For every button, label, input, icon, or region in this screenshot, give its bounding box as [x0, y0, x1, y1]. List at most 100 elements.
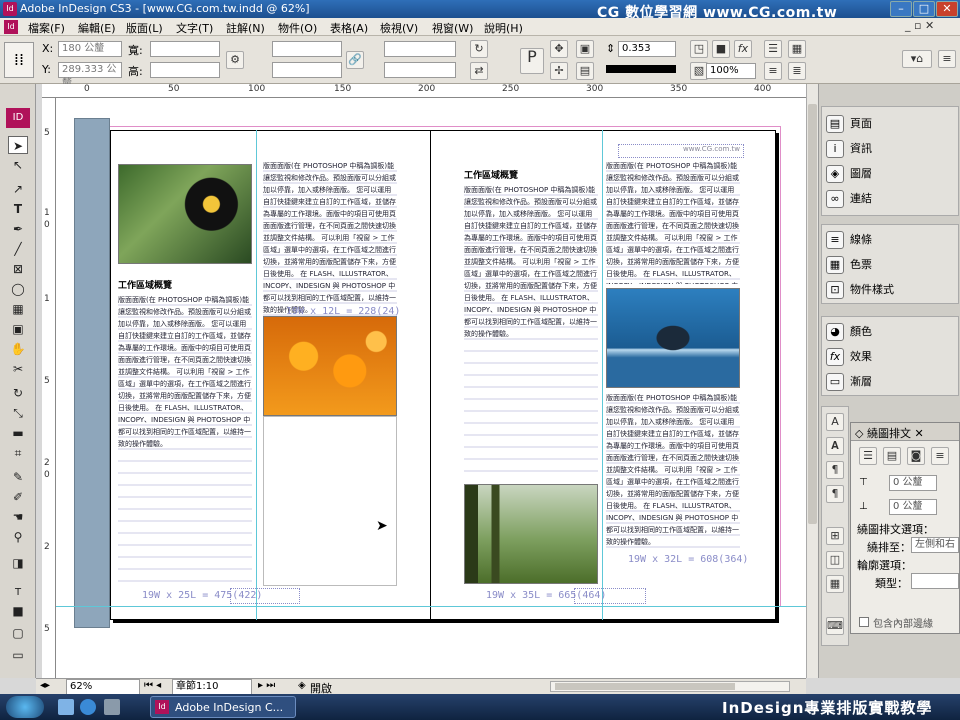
- scissors-tool-icon[interactable]: ✂: [8, 360, 28, 378]
- text-frame-left-1[interactable]: 版面面版(在 PHOTOSHOP 中稱為調板)能讓您監視和修改作品。預設面版可以…: [118, 294, 252, 584]
- fx-icon[interactable]: fx: [734, 40, 752, 58]
- x-field[interactable]: 180 公釐: [58, 41, 122, 57]
- stroke-type-swatch[interactable]: [606, 65, 676, 73]
- vertical-scrollbar[interactable]: [806, 84, 818, 678]
- top-offset-field[interactable]: 0 公釐: [889, 475, 937, 491]
- corner-icon[interactable]: ◳: [690, 40, 708, 58]
- button-tool-icon[interactable]: ▣: [8, 320, 28, 338]
- object-styles-panel-tab[interactable]: ⊡ 物件樣式: [826, 279, 956, 301]
- stroke-swatch-icon[interactable]: ▤: [576, 62, 594, 80]
- type-tool-icon[interactable]: T: [8, 200, 28, 218]
- start-button-icon[interactable]: [6, 696, 44, 718]
- links-panel-tab[interactable]: ∞ 連結: [826, 188, 956, 210]
- keyboard-icon[interactable]: ⌨: [826, 617, 844, 635]
- taskbar-indesign-button[interactable]: Id Adobe InDesign C...: [150, 696, 296, 718]
- link-icon[interactable]: 🔗: [346, 51, 364, 69]
- menu-table[interactable]: 表格(A): [330, 20, 368, 36]
- first-page-icon[interactable]: ⏮ ◂: [144, 680, 161, 691]
- layers-panel-tab[interactable]: ◈ 圖層: [826, 163, 956, 185]
- align-panel-icon[interactable]: ⊞: [826, 527, 844, 545]
- line-tool-icon[interactable]: ╱: [8, 240, 28, 258]
- horizontal-ruler[interactable]: 0 50 100 150 200 250 300 350 400: [42, 84, 806, 98]
- pen-tool-icon[interactable]: ✒: [8, 220, 28, 238]
- pathfinder-icon[interactable]: ◫: [826, 551, 844, 569]
- preview-view-icon[interactable]: ▭: [8, 646, 28, 664]
- show-desktop-icon[interactable]: [58, 699, 74, 715]
- align-icon[interactable]: ≡: [764, 62, 782, 80]
- wrap-bounding-box-icon[interactable]: ▤: [883, 447, 901, 465]
- stroke-panel-tab[interactable]: ≡ 線條: [826, 229, 956, 251]
- shadow-icon[interactable]: ■: [712, 40, 730, 58]
- bottom-offset-field[interactable]: 0 公釐: [889, 499, 937, 515]
- text-frame-right-1[interactable]: 版面面版(在 PHOTOSHOP 中稱為調板)能讓您監視和修改作品。預設面版可以…: [464, 184, 598, 482]
- pasteboard-object[interactable]: [74, 118, 110, 628]
- swatches-panel-tab[interactable]: ▦ 色票: [826, 254, 956, 276]
- close-icon[interactable]: ✕: [936, 1, 958, 17]
- hand-paint-tool-icon[interactable]: ✋: [8, 340, 28, 358]
- position-tool-icon[interactable]: ↗: [8, 180, 28, 198]
- guide-vertical[interactable]: [256, 130, 257, 620]
- maximize-icon[interactable]: □: [913, 1, 935, 17]
- zoom-field[interactable]: 62%: [66, 679, 140, 695]
- jump-object-icon[interactable]: ≡: [931, 447, 949, 465]
- text-frame-left-2[interactable]: 版面面版(在 PHOTOSHOP 中稱為調板)能讓您監視和修改作品。預設面版可以…: [263, 160, 397, 316]
- close-tab-icon[interactable]: ✕: [914, 427, 923, 440]
- document-canvas[interactable]: 工作區域概覽 版面面版(在 PHOTOSHOP 中稱為調板)能讓您監視和修改作品…: [56, 98, 806, 678]
- rotate-tool-icon[interactable]: ↻: [8, 384, 28, 402]
- w-field[interactable]: [150, 41, 220, 57]
- forest-photo[interactable]: [464, 484, 598, 584]
- direct-selection-tool-icon[interactable]: ↖: [8, 156, 28, 174]
- menu-file[interactable]: 檔案(F): [28, 20, 65, 36]
- scale-x-field[interactable]: [272, 41, 342, 57]
- paragraph-icon[interactable]: ¶: [826, 461, 844, 479]
- p-icon[interactable]: P: [520, 48, 544, 74]
- text-frame-right-3[interactable]: 版面面版(在 PHOTOSHOP 中稱為調板)能讓您監視和修改作品。預設面版可以…: [606, 392, 740, 552]
- rectangle-frame-tool-icon[interactable]: ⊠: [8, 260, 28, 278]
- guide-horizontal[interactable]: [56, 606, 806, 607]
- constrain-icon[interactable]: ⚙: [226, 51, 244, 69]
- formatting-icon[interactable]: T: [8, 584, 28, 602]
- flowers-photo[interactable]: [263, 316, 397, 416]
- text-wrap-icon[interactable]: ☰: [764, 40, 782, 58]
- wrap-bbox-icon[interactable]: ▦: [788, 40, 806, 58]
- vertical-ruler[interactable]: 5 1 0 1 5 2 0 2 5: [42, 98, 56, 678]
- select-content-icon[interactable]: ✢: [550, 62, 568, 80]
- free-transform-tool-icon[interactable]: ⌗: [8, 444, 28, 462]
- minimize-icon[interactable]: –: [890, 1, 912, 17]
- wrap-to-select[interactable]: 左側和右: [911, 537, 959, 553]
- distribute-icon[interactable]: ≣: [788, 62, 806, 80]
- note-tool-icon[interactable]: ✎: [8, 468, 28, 486]
- gradient-tool-icon[interactable]: ▬: [8, 424, 28, 442]
- explorer-icon[interactable]: [104, 699, 120, 715]
- menu-help[interactable]: 說明(H): [484, 20, 523, 36]
- scale-y-field[interactable]: [272, 62, 342, 78]
- menu-notes[interactable]: 註解(N): [226, 20, 265, 36]
- empty-text-frame[interactable]: [263, 416, 397, 586]
- hand-tool-icon[interactable]: ☚: [8, 508, 28, 526]
- paragraph-styles-icon[interactable]: ¶: [826, 485, 844, 503]
- menu-object[interactable]: 物件(O): [278, 20, 317, 36]
- doc-window-controls[interactable]: _ ▫ ✕: [905, 19, 955, 35]
- character-icon[interactable]: A: [826, 413, 844, 431]
- selection-tool-icon[interactable]: ➤: [8, 136, 28, 154]
- ie-icon[interactable]: [80, 699, 96, 715]
- next-page-icon[interactable]: ▸ ⏭: [258, 680, 275, 691]
- scroll-thumb[interactable]: [808, 104, 817, 524]
- rotate-cw-icon[interactable]: ↻: [470, 40, 488, 58]
- reference-point-icon[interactable]: ⁞⁞: [4, 42, 34, 78]
- zoom-stepper-icon[interactable]: ◂▸: [40, 680, 50, 691]
- flip-icon[interactable]: ⇄: [470, 62, 488, 80]
- menu-window[interactable]: 視窗(W): [432, 20, 473, 36]
- effects-panel-tab[interactable]: fx 效果: [826, 346, 956, 368]
- zoom-tool-icon[interactable]: ⚲: [8, 528, 28, 546]
- h-field[interactable]: [150, 62, 220, 78]
- select-container-icon[interactable]: ✥: [550, 40, 568, 58]
- wrap-object-shape-icon[interactable]: ◙: [907, 447, 925, 465]
- text-wrap-panel-header[interactable]: ◇ 繞圖排文 ✕: [851, 423, 959, 441]
- y-field[interactable]: 289.333 公釐: [58, 62, 122, 89]
- table-panel-icon[interactable]: ▦: [826, 575, 844, 593]
- rotate-field[interactable]: [384, 41, 456, 57]
- shear-field[interactable]: [384, 62, 456, 78]
- opacity-field[interactable]: 100%: [706, 63, 756, 79]
- table-tool-icon[interactable]: ▦: [8, 300, 28, 318]
